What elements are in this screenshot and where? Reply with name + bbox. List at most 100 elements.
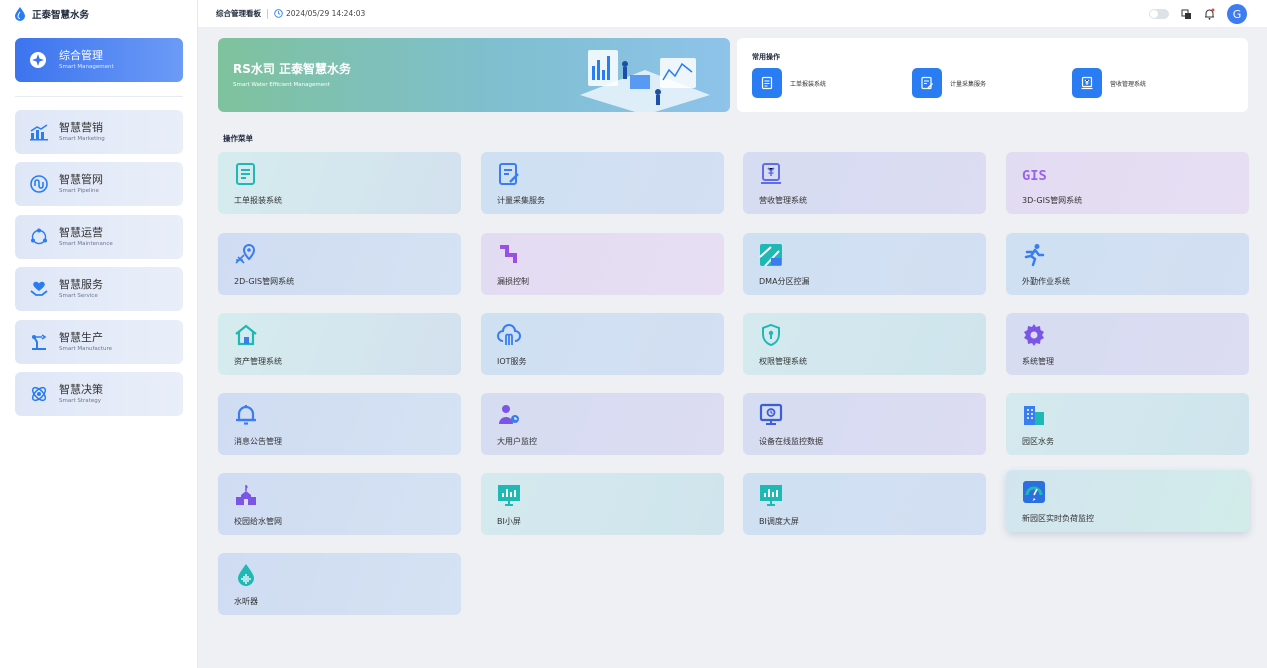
quick-action-metering[interactable]: 计量采集服务 xyxy=(912,68,986,98)
sidebar-item-service[interactable]: 智慧服务 Smart Service xyxy=(15,267,183,311)
sidebar-item-sublabel: Smart Service xyxy=(59,292,98,299)
sidebar-item-label: 综合管理 xyxy=(59,48,103,62)
quick-action-label: 计量采集服务 xyxy=(950,80,987,88)
menu-card-announcements[interactable]: 消息公告管理 xyxy=(218,393,461,455)
sidebar-item-label: 智慧服务 xyxy=(59,277,103,291)
menu-card-metering[interactable]: 计量采集服务 xyxy=(481,152,724,214)
menu-card-hydrophone[interactable]: 水听器 xyxy=(218,553,461,615)
menu-card-campus-pipeline[interactable]: 校园给水管网 xyxy=(218,473,461,535)
quick-actions-panel: 常用操作 工单报装系统 计量采集服务 营收管理系统 xyxy=(737,38,1248,112)
menu-card-bi-small-screen[interactable]: BI小屏 xyxy=(481,473,724,535)
menu-card-label: 营收管理系统 xyxy=(759,196,807,205)
building-icon xyxy=(1024,406,1044,425)
menu-card-dma[interactable]: DMA分区控漏 xyxy=(743,233,986,295)
gis-text-icon: GIS xyxy=(1022,168,1046,184)
bell-icon[interactable] xyxy=(1204,8,1215,20)
sidebar: 正泰智慧水务 综合管理 Smart Management 智慧营销 Smart … xyxy=(0,0,198,668)
running-person-icon xyxy=(1024,244,1045,267)
menu-card-asset[interactable]: 资产管理系统 xyxy=(218,313,461,375)
banner-subtitle: Smart Water Efficient Management xyxy=(233,82,330,88)
document-icon xyxy=(752,68,782,98)
sidebar-item-smart-management[interactable]: 综合管理 Smart Management xyxy=(15,38,183,82)
billing-icon xyxy=(1072,68,1102,98)
menu-card-system-settings[interactable]: 系统管理 xyxy=(1006,313,1249,375)
sidebar-item-label: 智慧运营 xyxy=(59,225,103,239)
menu-card-label: 外勤作业系统 xyxy=(1022,277,1070,286)
map-pin-icon xyxy=(235,243,256,264)
menu-card-bi-dispatch-screen[interactable]: BI调度大屏 xyxy=(743,473,986,535)
avatar[interactable]: G xyxy=(1227,4,1247,24)
edit-document-icon xyxy=(912,68,942,98)
menu-card-key-accounts[interactable]: 大用户监控 xyxy=(481,393,724,455)
bell-icon xyxy=(236,405,256,425)
document-icon xyxy=(236,163,255,185)
topbar-actions: G xyxy=(1149,4,1247,24)
menu-card-label: 2D-GIS管网系统 xyxy=(234,277,295,286)
menu-card-label: 校园给水管网 xyxy=(234,517,282,526)
menu-card-label: BI调度大屏 xyxy=(759,517,799,526)
monitor-icon xyxy=(759,403,783,425)
menu-card-2d-gis[interactable]: 2D-GIS管网系统 xyxy=(218,233,461,295)
menu-card-work-order[interactable]: 工单报装系统 xyxy=(218,152,461,214)
sidebar-item-maintenance[interactable]: 智慧运营 Smart Maintenance xyxy=(15,215,183,259)
menu-card-label: 计量采集服务 xyxy=(497,196,545,205)
water-drop-logo-icon xyxy=(15,7,25,21)
menu-card-label: 园区水务 xyxy=(1022,437,1054,446)
gear-icon xyxy=(1024,324,1044,346)
current-time: 2024/05/29 14:24:03 xyxy=(286,9,366,18)
window-switch-icon[interactable] xyxy=(1181,9,1192,20)
title-separator xyxy=(267,8,268,19)
menu-card-label: 3D-GIS管网系统 xyxy=(1022,196,1083,205)
menu-card-label: 水听器 xyxy=(234,597,258,606)
menu-card-label: 大用户监控 xyxy=(497,437,537,446)
menu-card-label: 工单报装系统 xyxy=(234,196,282,205)
sidebar-item-sublabel: Smart Marketing xyxy=(59,135,105,142)
dma-map-icon xyxy=(759,244,782,267)
pipe-icon xyxy=(500,245,517,263)
menu-card-leakage-control[interactable]: 漏损控制 xyxy=(481,233,724,295)
water-drop-sound-icon xyxy=(238,564,254,586)
quick-actions-title: 常用操作 xyxy=(752,53,780,61)
house-icon xyxy=(235,324,257,346)
quick-action-billing[interactable]: 营收管理系统 xyxy=(1072,68,1146,98)
cloud-iot-icon xyxy=(497,324,521,345)
clock-icon xyxy=(274,9,283,18)
menu-card-park-water[interactable]: 园区水务 xyxy=(1006,393,1249,455)
menu-card-label: 新园区实时负荷监控 xyxy=(1022,514,1094,523)
quick-action-work-order[interactable]: 工单报装系统 xyxy=(752,68,826,98)
sidebar-item-manufacture[interactable]: 智慧生产 Smart Manufacture xyxy=(15,320,183,364)
menu-card-label: 消息公告管理 xyxy=(234,437,282,446)
school-icon xyxy=(236,485,256,505)
gauge-icon xyxy=(1023,481,1045,503)
brand-name: 正泰智慧水务 xyxy=(32,10,90,21)
sidebar-item-label: 智慧决策 xyxy=(59,382,103,396)
menu-card-field-work[interactable]: 外勤作业系统 xyxy=(1006,233,1249,295)
sidebar-item-label: 智慧管网 xyxy=(59,172,103,186)
menu-card-label: DMA分区控漏 xyxy=(759,277,810,286)
sidebar-item-sublabel: Smart Management xyxy=(59,63,114,70)
menu-card-3d-gis[interactable]: GIS 3D-GIS管网系统 xyxy=(1006,152,1249,214)
sidebar-item-label: 智慧生产 xyxy=(59,330,103,344)
menu-card-label: 资产管理系统 xyxy=(234,357,282,366)
quick-action-label: 工单报装系统 xyxy=(790,80,827,88)
robot-arm-icon xyxy=(32,334,47,350)
dashboard-illustration-icon xyxy=(580,50,710,112)
menu-card-device-monitor[interactable]: 设备在线监控数据 xyxy=(743,393,986,455)
menu-card-iot[interactable]: IOT服务 xyxy=(481,313,724,375)
sidebar-item-label: 智慧营销 xyxy=(59,120,103,134)
bi-screen-icon xyxy=(498,485,520,506)
sidebar-item-strategy[interactable]: 智慧决策 Smart Strategy xyxy=(15,372,183,416)
theme-toggle[interactable] xyxy=(1149,9,1169,19)
atom-icon xyxy=(31,386,47,402)
menu-card-permissions[interactable]: 权限管理系统 xyxy=(743,313,986,375)
menu-card-label: 权限管理系统 xyxy=(759,357,807,366)
sidebar-item-sublabel: Smart Manufacture xyxy=(59,345,112,352)
sidebar-item-marketing[interactable]: 智慧营销 Smart Marketing xyxy=(15,110,183,154)
user-monitor-icon xyxy=(499,405,519,424)
menu-card-label: BI小屏 xyxy=(497,517,521,526)
menu-card-billing[interactable]: 营收管理系统 xyxy=(743,152,986,214)
network-icon xyxy=(31,228,47,245)
brand: 正泰智慧水务 xyxy=(0,0,197,28)
sidebar-item-pipeline[interactable]: 智慧管网 Smart Pipeline xyxy=(15,162,183,206)
menu-card-park-load-monitor[interactable]: 新园区实时负荷监控 xyxy=(1006,470,1249,532)
